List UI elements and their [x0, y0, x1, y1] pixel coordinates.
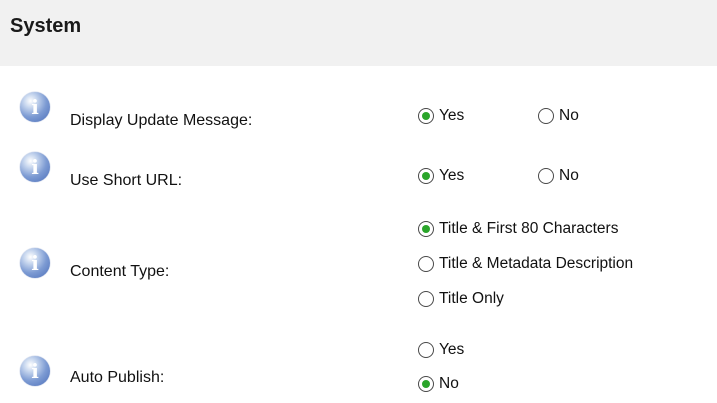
content-type-first-80-radio[interactable]: Title & First 80 Characters: [418, 220, 618, 238]
section-title: System: [10, 15, 82, 37]
radio-button-checked[interactable]: [418, 108, 434, 124]
radio-button-checked[interactable]: [418, 376, 434, 392]
auto-publish-yes-radio[interactable]: Yes: [418, 341, 464, 359]
radio-button-checked[interactable]: [418, 168, 434, 184]
info-icon[interactable]: i: [20, 248, 50, 278]
setting-label: Use Short URL:: [70, 172, 183, 189]
setting-label: Display Update Message:: [70, 112, 253, 129]
short-url-no-radio[interactable]: No: [538, 167, 579, 185]
radio-button[interactable]: [418, 256, 434, 272]
section-header: System: [0, 0, 717, 66]
display-update-yes-radio[interactable]: Yes: [418, 107, 464, 125]
info-icon[interactable]: i: [20, 152, 50, 182]
radio-button[interactable]: [418, 291, 434, 307]
short-url-yes-radio[interactable]: Yes: [418, 167, 464, 185]
radio-button[interactable]: [418, 342, 434, 358]
setting-label: Content Type:: [70, 263, 170, 280]
info-icon[interactable]: i: [20, 356, 50, 386]
content-type-metadata-radio[interactable]: Title & Metadata Description: [418, 255, 633, 273]
radio-button-checked[interactable]: [418, 221, 434, 237]
content-type-title-only-radio[interactable]: Title Only: [418, 290, 504, 308]
radio-button[interactable]: [538, 108, 554, 124]
radio-button[interactable]: [538, 168, 554, 184]
display-update-no-radio[interactable]: No: [538, 107, 579, 125]
auto-publish-no-radio[interactable]: No: [418, 375, 459, 393]
setting-label: Auto Publish:: [70, 369, 165, 386]
info-icon[interactable]: i: [20, 92, 50, 122]
